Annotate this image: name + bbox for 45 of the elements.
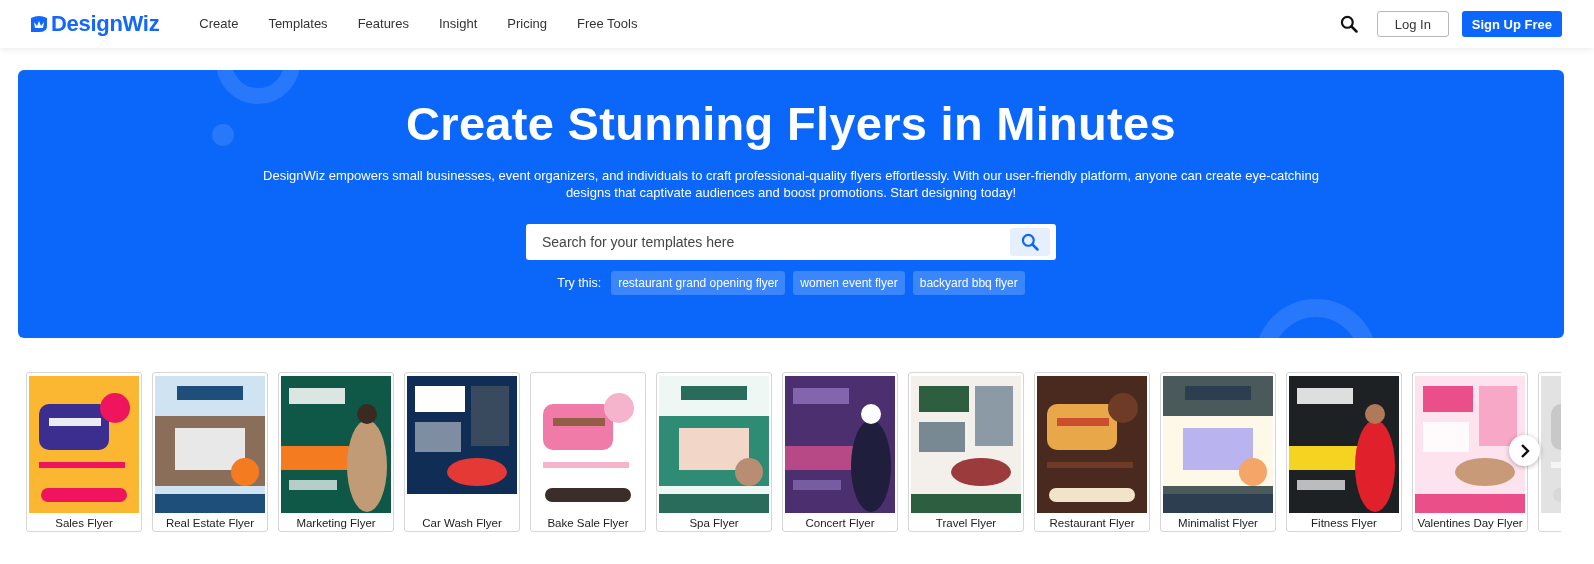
template-label: Sales Flyer bbox=[55, 517, 113, 529]
crown-logo-icon bbox=[28, 14, 50, 34]
search-icon[interactable] bbox=[1338, 14, 1359, 34]
template-card[interactable]: Sales Flyer bbox=[26, 372, 142, 532]
template-label: Concert Flyer bbox=[805, 517, 875, 529]
nav-link[interactable]: Pricing bbox=[492, 14, 562, 34]
template-label: Fitness Flyer bbox=[1311, 517, 1377, 529]
template-card[interactable]: Real Estate Flyer bbox=[152, 372, 268, 532]
template-label: Minimalist Flyer bbox=[1178, 517, 1258, 529]
template-card[interactable]: Restaurant Flyer bbox=[1034, 372, 1150, 532]
chevron-right-icon bbox=[1518, 443, 1531, 458]
nav-link[interactable]: Insight bbox=[423, 14, 493, 34]
template-card[interactable]: Minimalist Flyer bbox=[1160, 372, 1276, 532]
suggestion-chip[interactable]: backyard bbq flyer bbox=[912, 271, 1025, 295]
nav-link[interactable]: Templates bbox=[253, 14, 343, 34]
template-card[interactable]: Travel Flyer bbox=[908, 372, 1024, 532]
template-label: Real Estate Flyer bbox=[165, 517, 255, 529]
template-label: Spa Flyer bbox=[689, 517, 739, 529]
hero-title: Create Stunning Flyers in Minutes bbox=[406, 96, 1176, 151]
template-card[interactable]: Fitness Flyer bbox=[1286, 372, 1402, 532]
search-icon bbox=[1020, 232, 1040, 252]
nav-link[interactable]: Features bbox=[342, 14, 424, 34]
suggestion-chip[interactable]: restaurant grand opening flyer bbox=[611, 271, 786, 295]
nav-link[interactable]: Create bbox=[184, 14, 254, 34]
template-card[interactable]: Car Wash Flyer bbox=[404, 372, 520, 532]
template-label: Marketing Flyer bbox=[296, 517, 376, 529]
template-label: Travel Flyer bbox=[935, 517, 997, 529]
suggestion-chip[interactable]: women event flyer bbox=[793, 271, 905, 295]
logo-text[interactable]: DesignWiz bbox=[51, 11, 160, 37]
login-button[interactable]: Log In bbox=[1376, 11, 1449, 37]
template-card[interactable]: Valentines Day Flyer bbox=[1412, 372, 1528, 532]
hero-description: DesignWiz empowers small businesses, event organizers, and individuals to craft professional-quality flyers effortlessly. With our user-friendly platform, anyone can create eye-catching designs that captivate audiences and boost promotions. Start designing today! bbox=[262, 167, 1320, 201]
signup-button[interactable]: Sign Up Free bbox=[1461, 11, 1562, 37]
template-card[interactable]: Spa Flyer bbox=[656, 372, 772, 532]
search-button[interactable] bbox=[1010, 228, 1050, 256]
template-card[interactable]: Bake Sale Flyer bbox=[530, 372, 646, 532]
template-label: Bake Sale Flyer bbox=[547, 517, 629, 529]
try-this-label: Try this: bbox=[557, 276, 602, 290]
template-card[interactable]: Marketing Flyer bbox=[278, 372, 394, 532]
template-search-field[interactable]: Search for your templates here bbox=[526, 224, 1056, 260]
template-card[interactable]: Concert Flyer bbox=[782, 372, 898, 532]
template-label: Car Wash Flyer bbox=[422, 517, 502, 529]
template-label: Restaurant Flyer bbox=[1049, 517, 1135, 529]
nav-link[interactable]: Free Tools bbox=[562, 14, 653, 34]
template-label: Valentines Day Flyer bbox=[1417, 517, 1523, 529]
